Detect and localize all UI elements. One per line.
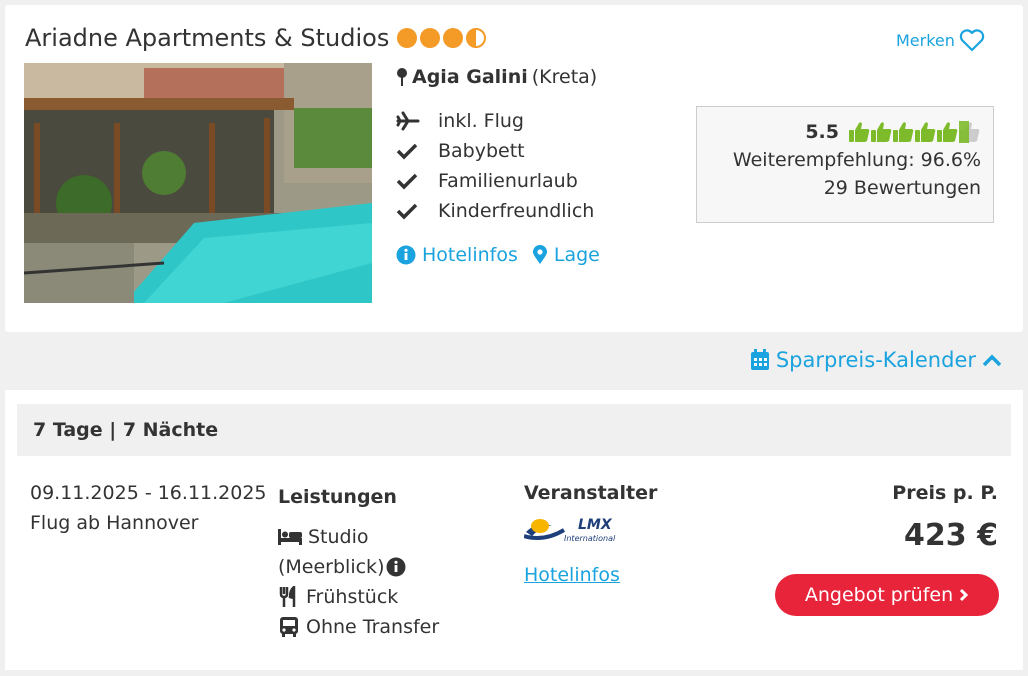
map-pin-icon (397, 68, 407, 86)
sparpreis-kalender-label: Sparpreis-Kalender (775, 348, 976, 372)
thumbs-up-icon (849, 121, 980, 143)
info-icon (396, 245, 416, 265)
merken-button[interactable]: Merken (896, 28, 985, 52)
features-list: inkl. Flug Babybett Familienurlaub Kinde… (396, 106, 594, 226)
hotel-title: Ariadne Apartments & Studios (25, 24, 487, 52)
check-icon (396, 203, 418, 220)
hotelinfos-label: Hotelinfos (422, 244, 518, 266)
operator-hotelinfos-link[interactable]: Hotelinfos (524, 564, 657, 586)
sparpreis-kalender-toggle[interactable]: Sparpreis-Kalender (750, 348, 1002, 372)
transfer-type: Ohne Transfer (306, 616, 440, 638)
services: Leistungen Studio (Meerblick) Frühstück … (278, 486, 478, 642)
check-icon (396, 173, 418, 190)
check-icon (396, 143, 418, 160)
heart-icon (959, 29, 985, 52)
info-icon[interactable] (386, 557, 406, 577)
lmx-logo: LMX International (523, 517, 616, 543)
star-icon (397, 28, 418, 48)
room-row: Studio (278, 522, 478, 552)
duration-header: 7 Tage | 7 Nächte (17, 404, 1011, 456)
chevron-up-icon (982, 354, 1002, 367)
operator: Veranstalter LMX International Hotelinfo… (523, 482, 658, 586)
angebot-pruefen-label: Angebot prüfen (804, 584, 954, 606)
calendar-icon (750, 349, 769, 370)
svg-text:International: International (564, 534, 616, 543)
bus-icon (280, 617, 298, 637)
board-type: Frühstück (306, 586, 399, 608)
feature-label: Babybett (438, 140, 525, 162)
feature-item: Kinderfreundlich (396, 196, 594, 226)
hotelinfos-link[interactable]: Hotelinfos (396, 244, 518, 266)
feature-label: inkl. Flug (438, 110, 524, 132)
lage-link[interactable]: Lage (532, 244, 600, 266)
price-label: Preis p. P. (892, 482, 998, 504)
hotel-links: Hotelinfos Lage (396, 244, 600, 266)
feature-label: Familienurlaub (438, 170, 578, 192)
star-icon (443, 28, 464, 48)
star-icon (420, 28, 441, 48)
star-rating (397, 28, 487, 48)
services-title: Leistungen (278, 486, 397, 508)
room-type: Studio (308, 526, 369, 548)
departure: Flug ab Hannover (30, 512, 199, 534)
bed-icon (278, 529, 302, 545)
location-pin-icon (532, 245, 547, 264)
location-region: (Kreta) (531, 66, 598, 88)
svg-text:LMX: LMX (578, 517, 613, 533)
transfer-row: Ohne Transfer (278, 612, 478, 642)
room-detail-row: (Meerblick) (278, 552, 478, 582)
angebot-pruefen-button[interactable]: Angebot prüfen (775, 574, 999, 616)
cutlery-icon (279, 586, 296, 607)
feature-item: Babybett (396, 136, 594, 166)
chevron-right-icon (960, 588, 969, 602)
merken-label: Merken (896, 30, 955, 50)
date-range: 09.11.2025 - 16.11.2025 (30, 482, 267, 504)
lage-label: Lage (553, 244, 600, 266)
hotel-photo-image (24, 63, 372, 303)
location-place: Agia Galini (412, 66, 528, 88)
operator-title: Veranstalter (524, 482, 658, 504)
hotel-photo[interactable] (24, 63, 372, 303)
location: Agia Galini (Kreta) (396, 66, 597, 88)
feature-item: inkl. Flug (396, 106, 594, 136)
feature-label: Kinderfreundlich (438, 200, 595, 222)
plane-icon (396, 111, 420, 131)
travel-dates: 09.11.2025 - 16.11.2025 Flug ab Hannover (30, 478, 267, 538)
price-block: Preis p. P. 423 € (892, 482, 998, 553)
rating-score-row: 5.5 (697, 121, 981, 143)
rating-thumbs (849, 121, 981, 143)
room-detail: (Meerblick) (278, 556, 385, 578)
board-row: Frühstück (278, 582, 478, 612)
recommendation-rate: Weiterempfehlung: 96.6% (732, 149, 981, 171)
review-count: 29 Bewertungen (823, 177, 981, 199)
rating-score: 5.5 (805, 121, 839, 143)
price-value: 423 € (904, 518, 998, 553)
hotel-name[interactable]: Ariadne Apartments & Studios (25, 24, 389, 52)
feature-item: Familienurlaub (396, 166, 594, 196)
rating-box[interactable]: 5.5 Weiterempfehlung: 96.6% 29 Bewertung (696, 106, 994, 223)
half-star-icon (466, 28, 487, 48)
